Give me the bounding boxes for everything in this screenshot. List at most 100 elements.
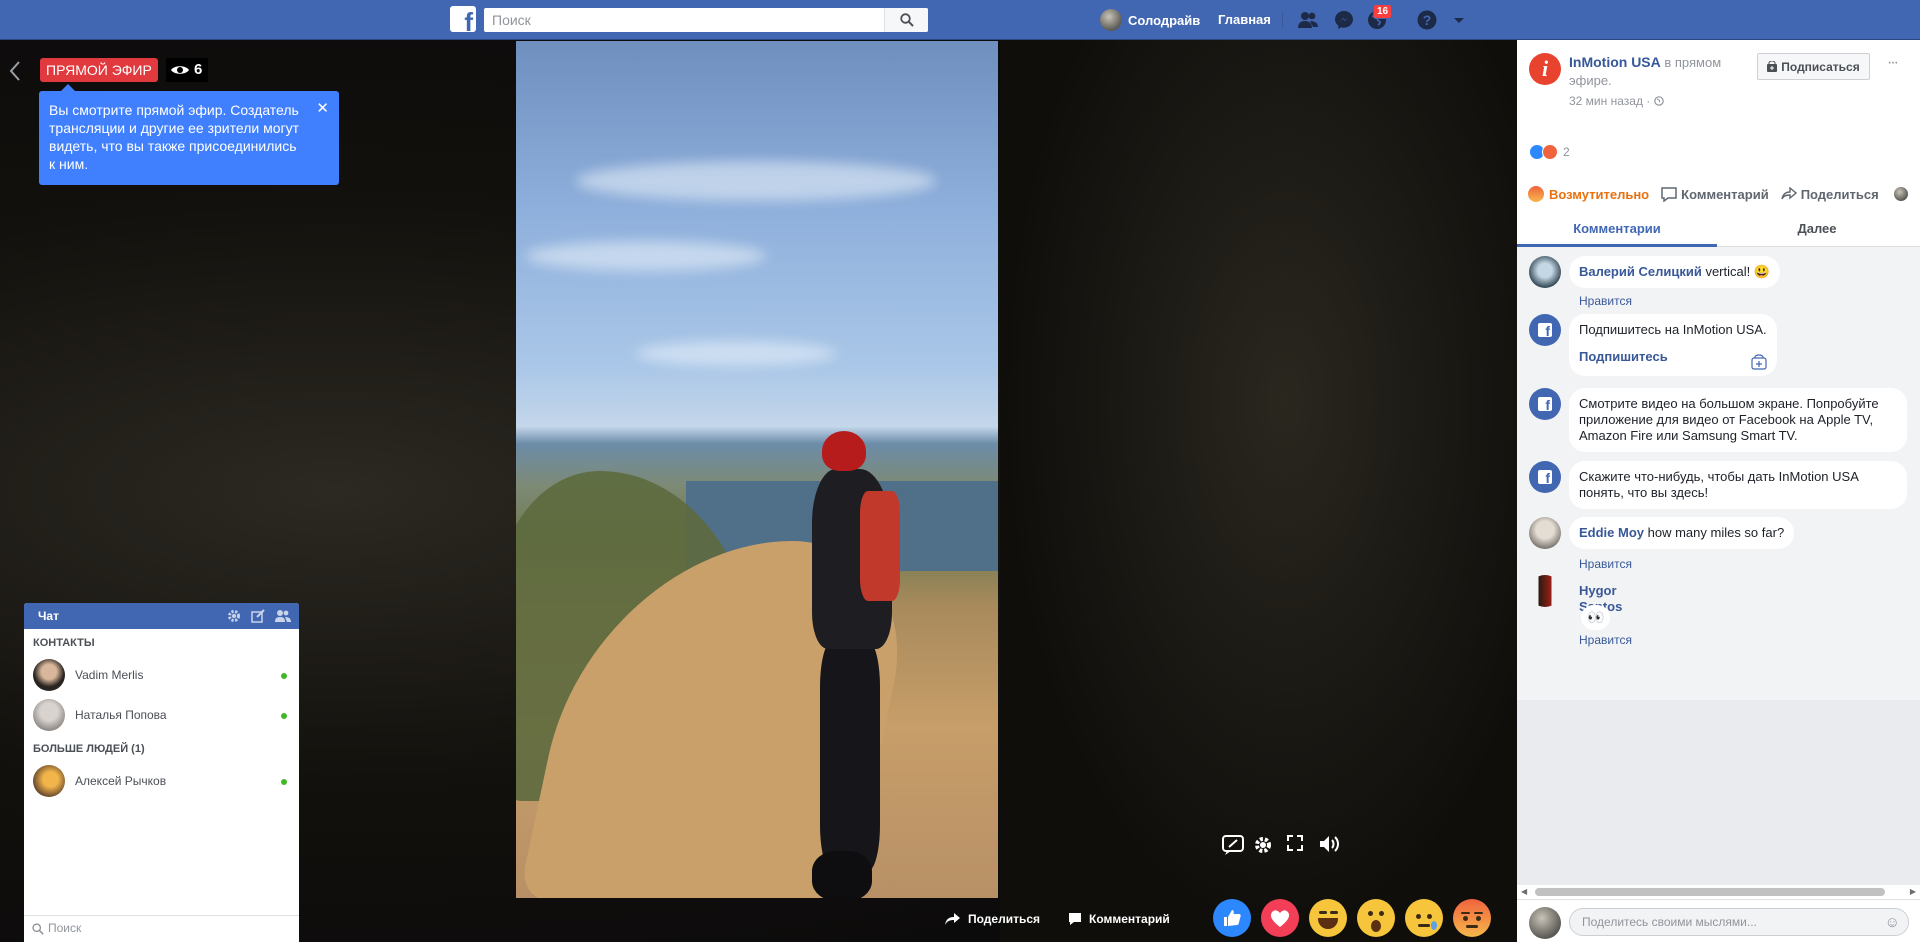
like-link[interactable]: Нравится — [1579, 633, 1632, 647]
reaction-summary[interactable]: 2 — [1529, 144, 1570, 160]
facebook-icon — [1529, 314, 1561, 346]
avatar[interactable] — [1529, 256, 1561, 288]
chat-settings-icon[interactable] — [227, 609, 241, 623]
like-link[interactable]: Нравится — [1579, 294, 1632, 308]
new-group-icon[interactable] — [275, 609, 291, 623]
angry-reaction-button[interactable] — [1453, 899, 1491, 937]
chat-header[interactable]: Чат — [24, 603, 299, 629]
search-input[interactable] — [484, 8, 884, 32]
close-icon[interactable]: ✕ — [316, 101, 329, 116]
page-name[interactable]: InMotion USA — [1569, 54, 1661, 70]
live-badge: ПРЯМОЙ ЭФИР — [40, 58, 158, 82]
subscribe-button[interactable]: Подписаться — [1757, 53, 1870, 80]
chat-search-input[interactable] — [48, 921, 288, 935]
svg-text:?: ? — [1423, 12, 1432, 28]
post-side-panel: i InMotion USA в прямом эфире. 32 мин на… — [1517, 40, 1920, 942]
post-timestamp[interactable]: 32 мин назад · — [1569, 94, 1664, 108]
more-options-icon[interactable]: ··· — [1887, 54, 1899, 72]
scroll-left-icon[interactable]: ◀ — [1521, 887, 1527, 896]
comment-input[interactable] — [1582, 915, 1872, 929]
tab-comments[interactable]: Комментарии — [1517, 210, 1717, 247]
video-backdrop-right — [1000, 40, 1517, 942]
comment-input-box: ☺ — [1569, 908, 1909, 936]
viewer-avatar[interactable] — [1892, 186, 1909, 202]
my-reaction-button[interactable]: Возмутительно — [1527, 185, 1649, 203]
contact-name: Vadim Merlis — [75, 668, 144, 682]
comment-bubble: Eddie Moy how many miles so far? — [1569, 517, 1795, 549]
system-bubble: Подпишитесь на InMotion USA. Подпишитесь — [1569, 314, 1777, 376]
share-button[interactable]: Поделиться — [945, 912, 1040, 926]
chat-toggle-icon[interactable] — [1221, 834, 1245, 856]
angry-face-icon — [1453, 899, 1491, 937]
comment-button[interactable]: Комментарий — [1661, 187, 1769, 202]
caret-down-icon[interactable] — [1448, 9, 1470, 31]
more-people-section-label: БОЛЬШЕ ЛЮДЕЙ (1) — [33, 743, 145, 755]
online-indicator — [281, 713, 287, 719]
post-title: InMotion USA в прямом эфире. — [1569, 53, 1759, 90]
profile-link[interactable]: Солодрайв — [1100, 8, 1200, 32]
share-button[interactable]: Поделиться — [1781, 187, 1879, 202]
contact-name: Алексей Рычков — [75, 774, 167, 788]
contacts-section-label: КОНТАКТЫ — [33, 637, 95, 649]
subscribe-icon[interactable] — [1751, 354, 1767, 370]
system-bubble: Смотрите видео на большом экране. Попроб… — [1569, 388, 1907, 452]
settings-icon[interactable] — [1252, 834, 1274, 856]
facebook-icon — [1529, 388, 1561, 420]
globe-icon — [1653, 96, 1664, 106]
comment-label: Комментарий — [1089, 912, 1170, 926]
reaction-count: 2 — [1563, 145, 1570, 159]
comment-author[interactable]: Валерий Селицкий — [1579, 264, 1702, 279]
back-arrow-icon[interactable] — [8, 60, 22, 82]
surprised-face-icon — [1357, 899, 1395, 937]
sad-reaction-button[interactable] — [1405, 899, 1443, 937]
comments-list: Валерий Селицкий vertical! 😃 Нравится По… — [1517, 247, 1920, 700]
messenger-icon[interactable] — [1333, 9, 1355, 31]
notifications-badge: 16 — [1373, 4, 1393, 19]
subscribe-label: Подписаться — [1781, 59, 1860, 74]
avatar[interactable] — [1529, 517, 1561, 549]
comment-text: how many miles so far? — [1644, 525, 1785, 540]
live-tooltip: Вы смотрите прямой эфир. Создатель транс… — [39, 84, 339, 185]
like-link[interactable]: Нравится — [1579, 557, 1632, 571]
chat-contact[interactable]: Vadim Merlis — [24, 655, 299, 695]
system-text: Скажите что-нибудь, чтобы дать InMotion … — [1579, 469, 1859, 500]
fullscreen-icon[interactable] — [1286, 834, 1304, 852]
help-icon[interactable]: ? — [1416, 9, 1438, 31]
share-icon — [1781, 187, 1797, 200]
comment-author[interactable]: Eddie Moy — [1579, 525, 1644, 540]
like-reaction-button[interactable] — [1213, 899, 1251, 937]
subscribe-icon — [1767, 61, 1778, 72]
subscribe-link[interactable]: Подпишитесь — [1579, 349, 1767, 365]
avatar[interactable] — [1529, 575, 1561, 607]
comment-text: vertical! — [1701, 264, 1754, 279]
sad-face-icon — [1405, 899, 1443, 937]
wow-reaction-button[interactable] — [1357, 899, 1395, 937]
emoji-icon[interactable]: ☺ — [1885, 914, 1900, 931]
love-reaction-button[interactable] — [1261, 899, 1299, 937]
scroll-right-icon[interactable]: ▶ — [1910, 887, 1916, 896]
share-icon — [945, 913, 960, 925]
chat-contact[interactable]: Алексей Рычков — [24, 761, 299, 801]
search-button[interactable] — [884, 8, 928, 32]
live-tooltip-text: Вы смотрите прямой эфир. Создатель транс… — [49, 102, 299, 172]
comment-icon — [1069, 913, 1081, 925]
new-message-icon[interactable] — [251, 609, 265, 623]
volume-icon[interactable] — [1318, 834, 1340, 854]
video-cloud — [526, 241, 766, 271]
comments-tabs: Комментарии Далее — [1517, 210, 1920, 247]
eyes-emoji-icon: 👀 — [1587, 609, 1605, 625]
live-video[interactable] — [516, 41, 998, 898]
home-link[interactable]: Главная — [1218, 12, 1271, 27]
horizontal-scrollbar[interactable]: ◀ ▶ — [1517, 885, 1920, 899]
facebook-logo-icon[interactable]: f — [450, 6, 476, 35]
avatar — [33, 699, 65, 731]
comment-label: Комментарий — [1681, 186, 1769, 202]
friends-icon[interactable] — [1297, 9, 1319, 31]
page-avatar[interactable]: i — [1529, 53, 1561, 85]
chat-contact[interactable]: Наталья Попова — [24, 695, 299, 735]
tab-next[interactable]: Далее — [1717, 210, 1917, 247]
haha-reaction-button[interactable] — [1309, 899, 1347, 937]
angry-reaction-icon — [1527, 185, 1545, 203]
scrollbar-thumb[interactable] — [1535, 888, 1885, 896]
comment-button[interactable]: Комментарий — [1068, 912, 1170, 926]
